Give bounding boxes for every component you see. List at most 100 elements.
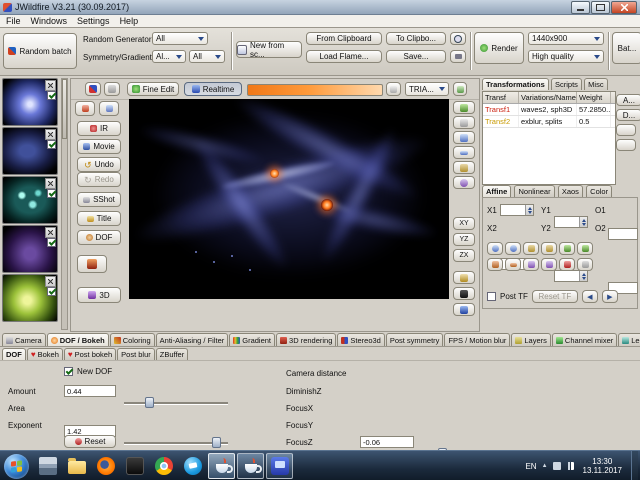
title-button[interactable]: Title	[77, 211, 121, 226]
area-slider[interactable]	[124, 437, 228, 448]
interactive-renderer-button[interactable]: IR	[77, 121, 121, 136]
taskbar-console[interactable]	[121, 453, 148, 479]
x1-field[interactable]	[500, 204, 534, 216]
tab-dof-bokeh[interactable]: DOF / Bokeh	[46, 333, 109, 346]
focus-point-1[interactable]	[270, 169, 279, 178]
edit-view-mode-button[interactable]	[104, 82, 120, 96]
3d-view-button[interactable]: 3D	[77, 287, 121, 303]
taskbar-chrome[interactable]	[150, 453, 177, 479]
edit-triangle-mode-button[interactable]	[85, 82, 101, 96]
taskbar-editor-app[interactable]	[266, 453, 293, 479]
tab-xaos[interactable]: Xaos	[557, 185, 583, 197]
move-down-button[interactable]	[577, 242, 593, 255]
flame-record-button[interactable]	[77, 255, 107, 273]
flame-thumbnail[interactable]	[2, 225, 58, 273]
minimize-button[interactable]	[571, 0, 590, 14]
o1-field[interactable]	[608, 228, 638, 240]
redo-button[interactable]: ↻ Redo	[77, 172, 121, 187]
pan-button[interactable]	[453, 161, 475, 174]
reset-dof-button[interactable]: Reset	[64, 435, 116, 448]
preview-options-button[interactable]	[386, 82, 401, 96]
tab-3d-rendering[interactable]: 3D rendering	[276, 333, 337, 346]
screenshot-button[interactable]: SShot	[77, 192, 121, 207]
tab-zbuffer[interactable]: ZBuffer	[155, 348, 189, 360]
tab-channel-mixer[interactable]: Channel mixer	[551, 333, 618, 346]
weight-adjust-button[interactable]	[616, 139, 636, 151]
to-clipboard-button[interactable]: To Clipbo...	[386, 32, 446, 45]
close-icon[interactable]	[45, 129, 56, 140]
tray-expand-icon[interactable]: ▲	[542, 463, 548, 469]
close-icon[interactable]	[45, 227, 56, 238]
render-resolution-select[interactable]: 1440x900	[528, 32, 604, 45]
y1-field[interactable]	[554, 216, 588, 228]
toggle-grid-button[interactable]	[453, 82, 467, 96]
spinner-icon[interactable]	[525, 205, 533, 215]
close-button[interactable]	[611, 0, 637, 14]
taskbar-explorer[interactable]	[63, 453, 90, 479]
focus-point-2[interactable]	[321, 199, 333, 211]
move-left-button[interactable]	[523, 242, 539, 255]
zoom-in-button[interactable]	[453, 131, 475, 144]
tray-network-icon[interactable]	[565, 462, 574, 470]
taskbar-java[interactable]	[237, 453, 264, 479]
new-from-script-button[interactable]: New from sc...	[236, 41, 302, 59]
view-xy-button[interactable]: XY	[453, 217, 475, 230]
taskbar-clock[interactable]: 13:30 13.11.2017	[579, 457, 626, 475]
close-icon[interactable]	[45, 80, 56, 91]
rotate-left-button[interactable]	[487, 242, 503, 255]
from-clipboard-button[interactable]: From Clipboard	[306, 32, 382, 45]
tab-camera[interactable]: Camera	[2, 333, 46, 346]
tab-misc[interactable]: Misc	[584, 78, 608, 90]
fine-edit-button[interactable]: Fine Edit	[127, 82, 179, 96]
flame-thumbnail[interactable]	[2, 78, 58, 126]
post-tf-checkbox[interactable]	[487, 292, 496, 301]
spinner-icon[interactable]	[579, 271, 587, 281]
random-batch-button[interactable]: Random batch	[3, 33, 77, 69]
tab-stereo3d[interactable]: Stereo3d	[337, 333, 385, 346]
load-flame-button[interactable]: Load Flame...	[306, 50, 382, 63]
taskbar-skype[interactable]	[179, 453, 206, 479]
delete-transform-button[interactable]	[616, 124, 636, 136]
save-flame-button[interactable]: Save...	[386, 50, 446, 63]
y2-field[interactable]	[554, 270, 588, 282]
show-desktop-button[interactable]	[631, 451, 638, 480]
tab-post-bokeh[interactable]: ♥ Post bokeh	[63, 348, 117, 360]
flame-thumbnail[interactable]	[2, 274, 58, 322]
flip-vertical-button[interactable]	[541, 258, 557, 271]
taskbar-firefox[interactable]	[92, 453, 119, 479]
thumbnail-checkbox[interactable]	[47, 238, 56, 247]
table-row[interactable]: Transf1 waves2, sph3D 57.2850...	[483, 104, 615, 116]
menu-help[interactable]: Help	[120, 16, 139, 26]
dark-preview-button[interactable]	[453, 287, 475, 300]
gradient-select[interactable]: All	[189, 50, 225, 63]
thumbnail-checkbox[interactable]	[47, 91, 56, 100]
rotate-view-button[interactable]	[453, 176, 475, 189]
amount-field[interactable]: 0.44	[64, 385, 116, 397]
menu-windows[interactable]: Windows	[31, 16, 68, 26]
flame-thumbnail[interactable]	[2, 176, 58, 224]
amount-slider[interactable]	[124, 397, 228, 408]
thumbnail-checkbox[interactable]	[47, 287, 56, 296]
random-generator-select[interactable]: All	[152, 32, 208, 45]
reset-tf-button[interactable]: Reset TF	[531, 290, 578, 303]
language-indicator[interactable]: EN	[525, 462, 536, 471]
color-edit-button[interactable]	[99, 101, 119, 116]
render-quality-select[interactable]: High quality	[528, 50, 604, 63]
tab-transformations[interactable]: Transformations	[482, 78, 549, 90]
scale-up-button[interactable]	[487, 258, 503, 271]
dof-button[interactable]: DOF	[77, 230, 121, 245]
zoom-out-button[interactable]	[453, 146, 475, 159]
undo-button[interactable]: ↺ Undo	[77, 157, 121, 172]
view-yz-button[interactable]: YZ	[453, 233, 475, 246]
title-bar[interactable]: JWildfire V3.21 (30.09.2017)	[0, 0, 640, 15]
close-icon[interactable]	[45, 276, 56, 287]
flame-thumbnail[interactable]	[2, 127, 58, 175]
thumbnail-checkbox[interactable]	[47, 140, 56, 149]
tab-post-symmetry[interactable]: Post symmetry	[385, 333, 444, 346]
tab-color[interactable]: Color	[586, 185, 613, 197]
transformations-table[interactable]: Transf Variations/Name Weight Transf1 wa…	[482, 91, 616, 185]
tab-leap-motion[interactable]: Leap M...	[618, 333, 640, 346]
magnifier-button[interactable]	[450, 32, 466, 45]
toggle-guides-button[interactable]	[453, 116, 475, 129]
realtime-toggle-button[interactable]: Realtime	[184, 82, 242, 96]
